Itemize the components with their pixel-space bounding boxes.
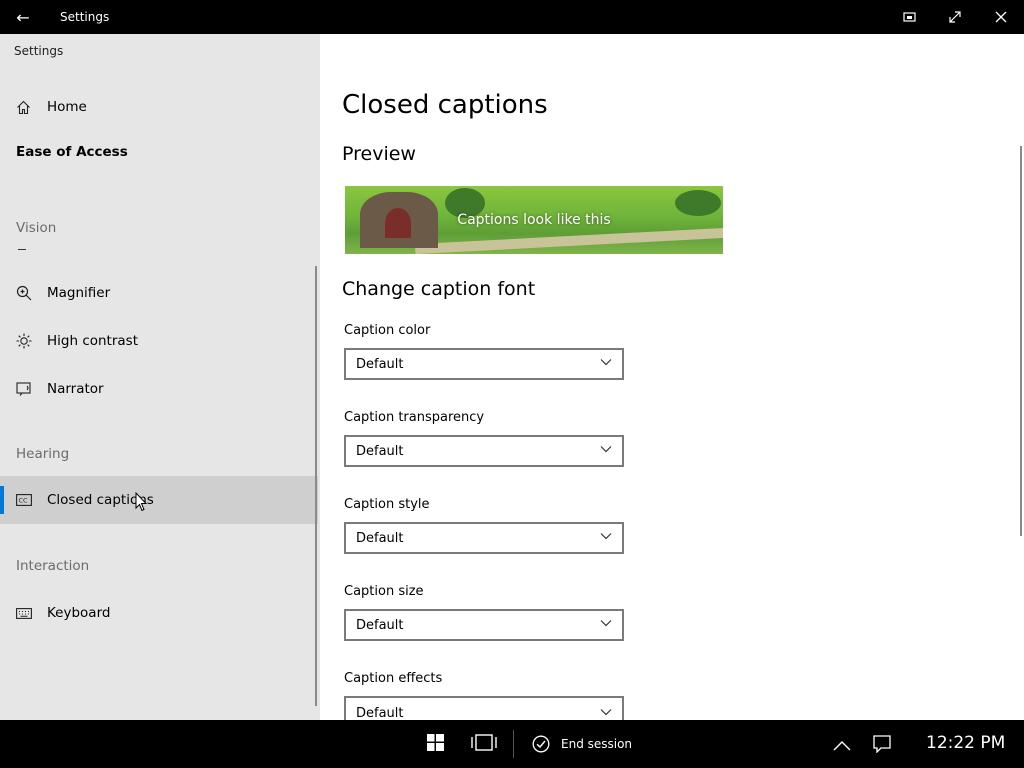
close-icon bbox=[995, 11, 1007, 23]
taskbar: End session 12:22 PM bbox=[0, 720, 1024, 768]
magnifier-icon bbox=[0, 285, 47, 301]
expand-icon bbox=[949, 11, 961, 23]
chevron-down-icon bbox=[600, 533, 612, 540]
caption-effects-dropdown[interactable]: Default bbox=[344, 696, 624, 721]
pin-icon bbox=[902, 11, 916, 22]
chevron-down-icon bbox=[600, 359, 612, 366]
back-button[interactable]: ← bbox=[0, 0, 46, 34]
preview-caption-text: Captions look like this bbox=[457, 212, 611, 228]
content-pane: Closed captions Preview Captions look li… bbox=[320, 34, 1024, 721]
action-center-button[interactable] bbox=[873, 735, 891, 758]
caption-size-label: Caption size bbox=[344, 584, 424, 599]
sidebar-item-narrator[interactable]: Narrator bbox=[0, 365, 318, 413]
chevron-up-icon bbox=[833, 741, 851, 751]
sidebar-scrollbar[interactable] bbox=[315, 266, 317, 706]
end-session-label[interactable]: End session bbox=[561, 737, 632, 751]
close-button[interactable] bbox=[978, 0, 1024, 34]
window-controls bbox=[886, 0, 1024, 34]
caption-color-label: Caption color bbox=[344, 323, 431, 338]
home-icon bbox=[0, 100, 47, 115]
sidebar-item-label: Narrator bbox=[47, 381, 104, 397]
caption-preview: Captions look like this bbox=[345, 186, 723, 254]
window-title: Settings bbox=[60, 10, 110, 24]
notification-icon bbox=[873, 735, 891, 754]
sidebar-item-label: Keyboard bbox=[47, 605, 111, 621]
pin-button[interactable] bbox=[886, 0, 932, 34]
caption-transparency-label: Caption transparency bbox=[344, 410, 485, 425]
sidebar-item-keyboard[interactable]: Keyboard bbox=[0, 589, 318, 637]
brightness-icon bbox=[0, 333, 47, 349]
svg-text:CC: CC bbox=[19, 497, 29, 505]
caption-effects-label: Caption effects bbox=[344, 671, 443, 686]
dropdown-value: Default bbox=[356, 356, 404, 372]
caption-transparency-dropdown[interactable]: Default bbox=[344, 435, 624, 467]
sidebar-item-magnifier[interactable]: Magnifier bbox=[0, 269, 318, 317]
narrator-icon bbox=[0, 381, 47, 397]
chevron-down-icon bbox=[600, 709, 612, 716]
dropdown-value: Default bbox=[356, 617, 404, 633]
caption-style-label: Caption style bbox=[344, 497, 430, 512]
show-hidden-icons-button[interactable] bbox=[833, 736, 851, 757]
task-view-button[interactable] bbox=[471, 734, 497, 756]
sidebar-group-interaction: Interaction bbox=[16, 558, 90, 574]
end-session-button[interactable] bbox=[532, 735, 550, 758]
back-arrow-icon: ← bbox=[16, 7, 30, 27]
taskbar-clock[interactable]: 12:22 PM bbox=[926, 733, 1005, 753]
preview-heading: Preview bbox=[342, 143, 416, 165]
mouse-cursor-icon bbox=[135, 492, 147, 512]
title-bar: ← Settings bbox=[0, 0, 1024, 34]
taskbar-divider bbox=[513, 730, 514, 758]
dropdown-value: Default bbox=[356, 530, 404, 546]
caption-style-dropdown[interactable]: Default bbox=[344, 522, 624, 554]
chevron-down-icon bbox=[600, 446, 612, 453]
page-title: Closed captions bbox=[342, 90, 548, 120]
sidebar-item-high-contrast[interactable]: High contrast bbox=[0, 317, 318, 365]
font-heading: Change caption font bbox=[342, 278, 536, 300]
sidebar: Settings Home Ease of Access Vision Magn… bbox=[0, 34, 320, 720]
task-view-icon bbox=[471, 734, 497, 751]
dropdown-value: Default bbox=[356, 705, 404, 721]
closed-captions-icon: CC bbox=[0, 494, 47, 506]
sidebar-item-closed-captions[interactable]: CC Closed captions bbox=[0, 476, 318, 524]
check-circle-icon bbox=[532, 735, 550, 753]
sidebar-section-title: Ease of Access bbox=[16, 144, 128, 160]
keyboard-icon bbox=[0, 607, 47, 619]
sidebar-group-vision: Vision bbox=[16, 220, 57, 236]
start-button[interactable] bbox=[427, 734, 444, 756]
sidebar-item-label: High contrast bbox=[47, 333, 138, 349]
sidebar-divider bbox=[18, 249, 26, 250]
caption-size-dropdown[interactable]: Default bbox=[344, 609, 624, 641]
expand-button[interactable] bbox=[932, 0, 978, 34]
sidebar-group-hearing: Hearing bbox=[16, 446, 70, 462]
dropdown-value: Default bbox=[356, 443, 404, 459]
sidebar-app-label: Settings bbox=[14, 44, 64, 58]
content-scrollbar[interactable] bbox=[1020, 146, 1022, 536]
windows-icon bbox=[427, 734, 444, 751]
preview-path bbox=[414, 227, 723, 254]
sidebar-item-label: Magnifier bbox=[47, 285, 111, 301]
caption-color-dropdown[interactable]: Default bbox=[344, 348, 624, 380]
sidebar-item-label: Home bbox=[47, 99, 87, 115]
chevron-down-icon bbox=[600, 620, 612, 627]
sidebar-item-home[interactable]: Home bbox=[0, 83, 318, 131]
